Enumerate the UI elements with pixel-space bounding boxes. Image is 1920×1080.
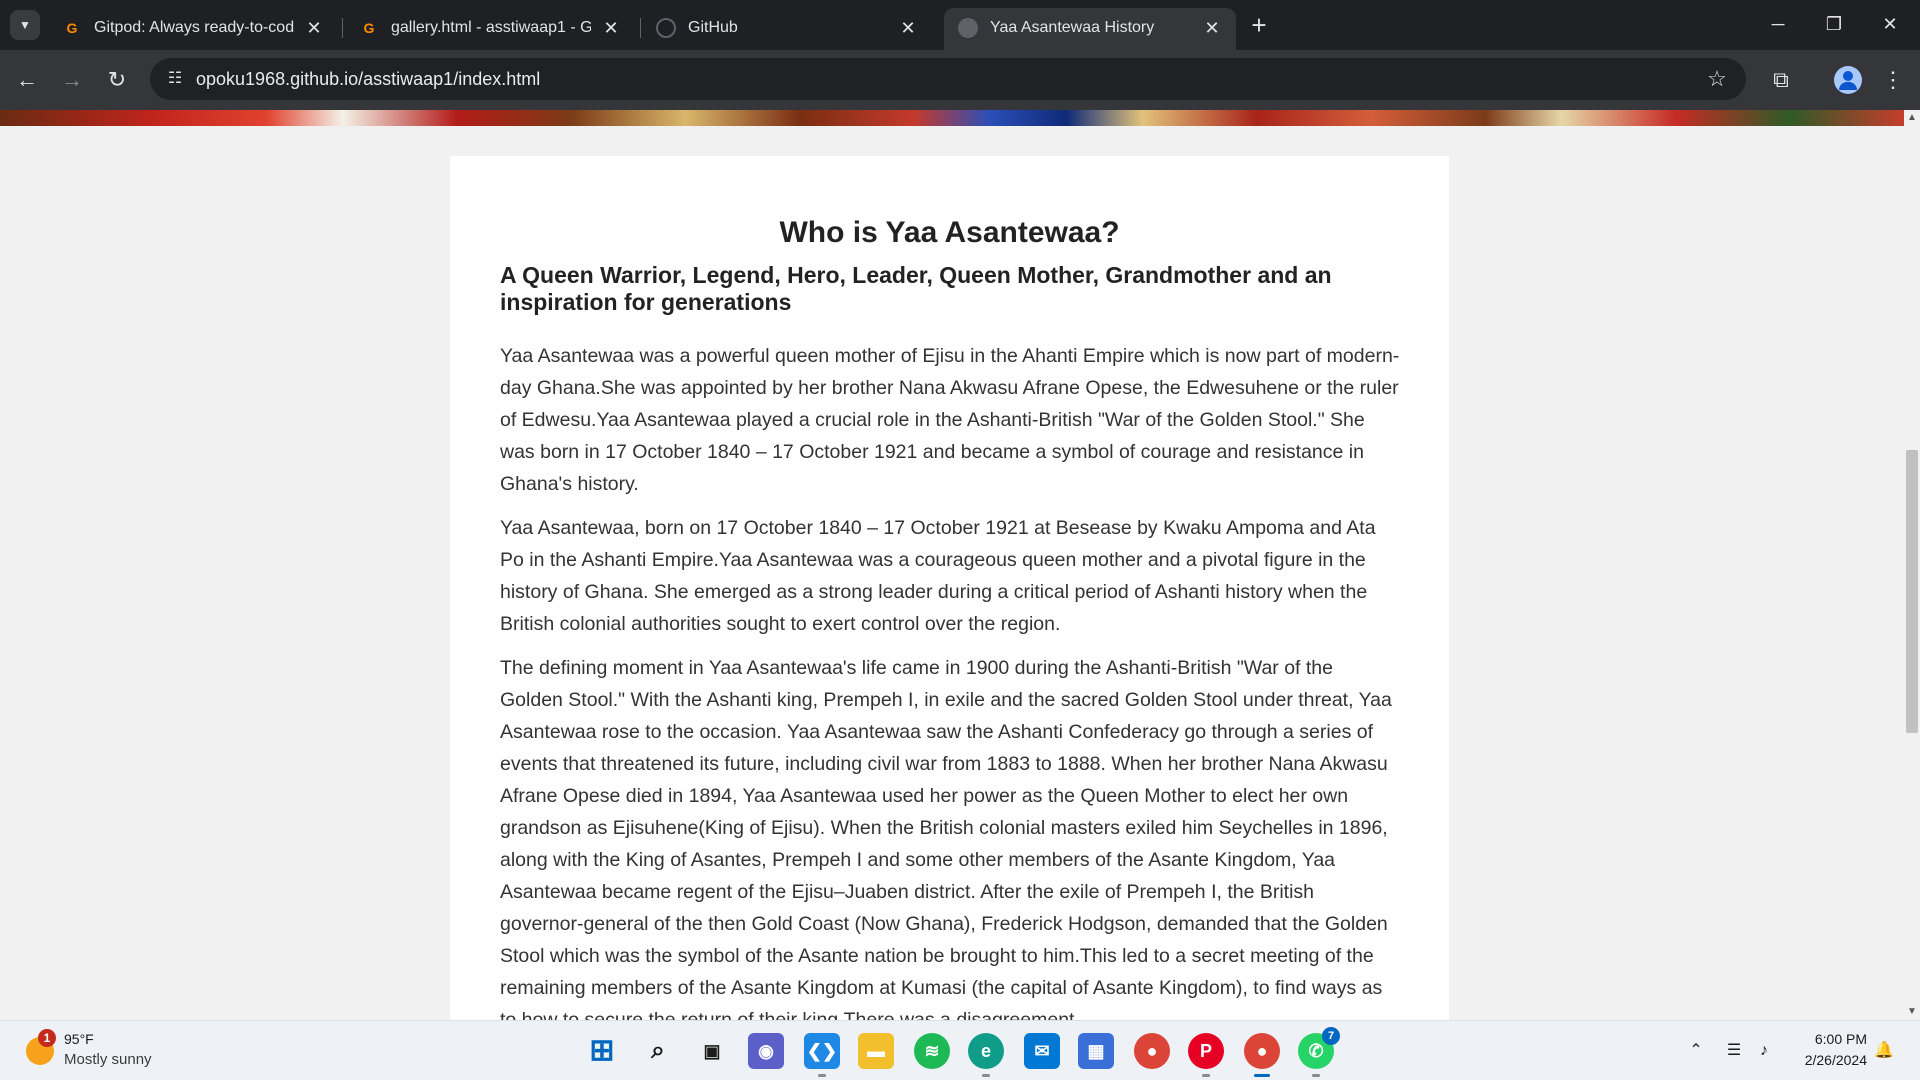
extensions-icon[interactable]: ⧉ (1764, 63, 1798, 97)
close-window-button[interactable]: ✕ (1870, 8, 1910, 40)
spotify-icon[interactable]: ≋ (914, 1033, 950, 1069)
start-icon[interactable]: ⊞ (584, 1033, 620, 1069)
article-body: Yaa Asantewaa was a powerful queen mothe… (500, 340, 1400, 1020)
tab-separator (640, 18, 641, 38)
address-bar[interactable]: ☷ opoku1968.github.io/asstiwaap1/index.h… (150, 58, 1746, 100)
mail-icon[interactable]: ✉ (1024, 1033, 1060, 1069)
paragraph: Yaa Asantewaa was a powerful queen mothe… (500, 345, 1400, 495)
tab-strip: ▼ G Gitpod: Always ready-to-code. ✕ G ga… (0, 0, 1920, 50)
paragraph: Yaa Asantewaa, born on 17 October 1840 –… (500, 517, 1376, 635)
page-subtitle: A Queen Warrior, Legend, Hero, Leader, Q… (500, 262, 1332, 315)
close-tab-icon[interactable]: ✕ (302, 16, 326, 40)
weather-temperature: 95°F (64, 1031, 94, 1047)
github-icon (656, 18, 676, 38)
reload-button[interactable]: ↻ (100, 63, 134, 97)
chrome-icon[interactable]: ● (1134, 1033, 1170, 1069)
back-button[interactable]: ← (10, 63, 44, 97)
paragraph: The defining moment in Yaa Asantewaa's l… (500, 657, 1392, 1020)
scrollbar-thumb[interactable] (1906, 450, 1918, 733)
restore-button[interactable]: ❐ (1814, 8, 1854, 40)
notification-badge: 7 (1322, 1027, 1340, 1045)
chrome-menu-icon[interactable]: ⋮ (1876, 63, 1910, 97)
chrome-profile-icon[interactable]: ● (1244, 1033, 1280, 1077)
header-banner-image (0, 110, 1904, 126)
vscode-icon[interactable]: ❮❯ (804, 1033, 840, 1077)
whatsapp-icon[interactable]: ✆ 7 (1298, 1027, 1340, 1077)
pinterest-icon[interactable]: P (1188, 1033, 1224, 1077)
page-scrollbar[interactable]: ▲ ▼ (1904, 110, 1920, 1020)
bookmark-star-icon[interactable]: ☆ (1702, 64, 1732, 94)
scroll-down-arrow[interactable]: ▼ (1904, 1004, 1920, 1020)
tab-title: Yaa Asantewaa History (990, 19, 1155, 36)
tab-yaa-asantewaa[interactable]: Yaa Asantewaa History ✕ (944, 8, 1236, 50)
windows-taskbar: 1 95°F Mostly sunny ⊞ ⌕ ▣ ◉ ❮❯ ▬ ≋ e ✉ ▦… (0, 1020, 1920, 1080)
notification-badge: 1 (38, 1029, 56, 1047)
tab-title: GitHub (688, 19, 738, 36)
tab-title: gallery.html - asstiwaap1 - Gitpod (391, 19, 591, 36)
new-tab-button[interactable]: + (1244, 10, 1274, 40)
clock-time[interactable]: 6:00 PM (1815, 1031, 1867, 1047)
close-tab-icon[interactable]: ✕ (896, 16, 920, 40)
tab-search-button[interactable]: ▼ (10, 10, 40, 40)
close-tab-icon[interactable]: ✕ (1200, 16, 1224, 40)
tab-title: Gitpod: Always ready-to-code. (94, 19, 294, 36)
volume-icon[interactable]: ♪ (1752, 1039, 1776, 1063)
clock-date[interactable]: 2/26/2024 (1805, 1052, 1867, 1068)
minimize-button[interactable]: ─ (1758, 8, 1798, 40)
site-info-icon[interactable]: ☷ (160, 64, 190, 94)
search-icon[interactable]: ⌕ (640, 1033, 676, 1069)
notification-bell-icon[interactable]: 🔔 (1872, 1039, 1896, 1063)
wifi-icon[interactable]: ☰ (1722, 1039, 1746, 1063)
url-text[interactable]: opoku1968.github.io/asstiwaap1/index.htm… (196, 69, 540, 90)
gitpod-icon: G (363, 20, 375, 36)
edge-icon[interactable]: e (968, 1033, 1004, 1077)
teams-chat-icon[interactable]: ◉ (748, 1033, 784, 1069)
browser-toolbar: ← → ↻ ☷ opoku1968.github.io/asstiwaap1/i… (0, 50, 1920, 110)
forward-button[interactable]: → (55, 63, 89, 97)
page-title: Who is Yaa Asantewaa? (779, 216, 1120, 249)
store-icon[interactable]: ▦ (1078, 1033, 1114, 1069)
weather-description: Mostly sunny (64, 1051, 152, 1068)
task-view-icon[interactable]: ▣ (694, 1033, 730, 1069)
profile-avatar[interactable] (1834, 66, 1862, 94)
gitpod-icon: G (66, 20, 78, 36)
tab-separator (342, 18, 343, 38)
tab-github[interactable]: GitHub ✕ (642, 8, 932, 50)
page-viewport: Who is Yaa Asantewaa? A Queen Warrior, L… (0, 110, 1904, 1020)
close-tab-icon[interactable]: ✕ (599, 16, 623, 40)
globe-icon (958, 18, 978, 38)
tab-gallery[interactable]: G gallery.html - asstiwaap1 - Gitpod ✕ (345, 8, 635, 50)
tab-gitpod[interactable]: G Gitpod: Always ready-to-code. ✕ (48, 8, 338, 50)
scroll-up-arrow[interactable]: ▲ (1904, 110, 1920, 126)
content-card: Who is Yaa Asantewaa? A Queen Warrior, L… (450, 156, 1449, 1020)
file-explorer-icon[interactable]: ▬ (858, 1033, 894, 1069)
show-hidden-icons-chevron-icon[interactable]: ⌃ (1684, 1039, 1708, 1063)
